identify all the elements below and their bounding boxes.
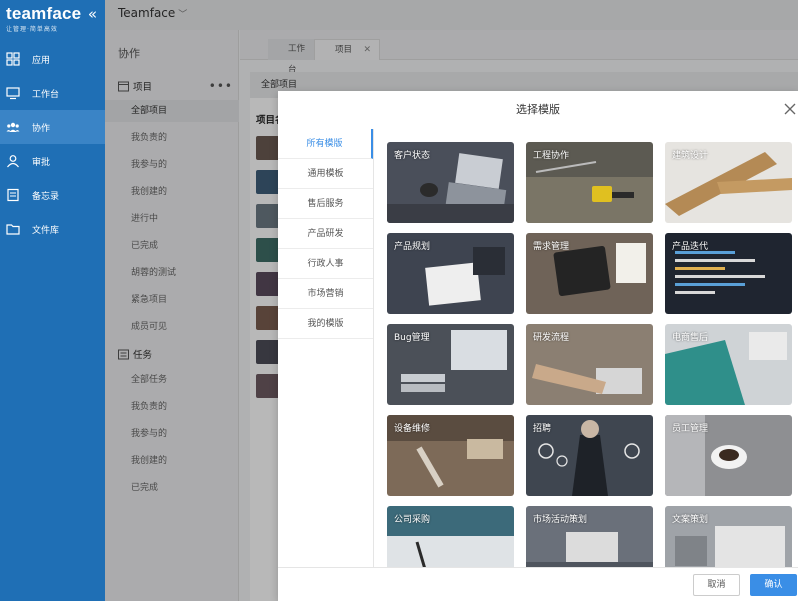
template-card[interactable]: 建筑设计	[665, 142, 792, 223]
template-card[interactable]: 员工管理	[665, 415, 792, 496]
template-card[interactable]: 工程协作	[526, 142, 653, 223]
template-card[interactable]: 招聘	[526, 415, 653, 496]
category-aftersales[interactable]: 售后服务	[278, 189, 373, 219]
memo-icon	[7, 188, 19, 202]
template-title: 招聘	[533, 424, 552, 434]
folder-icon	[6, 224, 20, 235]
template-title: 研发流程	[533, 333, 570, 343]
template-card[interactable]: 需求管理	[526, 233, 653, 314]
nav-item-collab[interactable]: 协作	[0, 110, 105, 144]
modal-footer: 取消 确认	[278, 567, 798, 601]
category-all[interactable]: 所有模版	[278, 129, 373, 159]
template-card[interactable]: 产品迭代	[665, 233, 792, 314]
category-rnd[interactable]: 产品研发	[278, 219, 373, 249]
template-title: 设备维修	[394, 424, 431, 434]
template-title: 工程协作	[533, 151, 570, 161]
nav-label: 文件库	[32, 225, 60, 236]
template-title: 市场活动策划	[533, 515, 588, 525]
template-card[interactable]: 公司采购	[387, 506, 514, 567]
template-title: 需求管理	[533, 242, 570, 252]
confirm-button[interactable]: 确认	[750, 574, 797, 596]
template-grid: 客户状态 工程协作 建筑设计 产品规划 需求管理 产品迭代 Bug管理 研发流程…	[374, 129, 798, 567]
nav-label: 协作	[32, 123, 51, 134]
template-title: 文案策划	[672, 515, 709, 525]
user-icon	[7, 155, 19, 168]
nav-label: 应用	[32, 55, 51, 66]
logo[interactable]: teamface 让管理·简单高效 «	[0, 0, 105, 40]
template-card[interactable]: 电商售后	[665, 324, 792, 405]
modal-title: 选择模版	[516, 103, 560, 116]
main-nav: teamface 让管理·简单高效 « 应用 工作台 协作 审批 备忘录 文件库	[0, 0, 105, 601]
close-icon[interactable]	[782, 101, 798, 117]
nav-item-workbench[interactable]: 工作台	[0, 76, 105, 110]
monitor-icon	[6, 87, 20, 100]
template-card[interactable]: 产品规划	[387, 233, 514, 314]
collapse-icon[interactable]: «	[88, 7, 97, 22]
template-card[interactable]: 研发流程	[526, 324, 653, 405]
template-card[interactable]: 文案策划	[665, 506, 792, 567]
template-categories: 所有模版 通用模板 售后服务 产品研发 行政人事 市场营销 我的模版	[278, 129, 374, 567]
template-card[interactable]: 设备维修	[387, 415, 514, 496]
template-card[interactable]: 市场活动策划	[526, 506, 653, 567]
template-title: 产品规划	[394, 242, 431, 252]
team-icon	[6, 122, 20, 132]
template-title: 客户状态	[394, 151, 431, 161]
nav-item-apps[interactable]: 应用	[0, 42, 105, 76]
template-modal: 选择模版 所有模版 通用模板 售后服务 产品研发 行政人事 市场营销 我的模版 …	[278, 91, 798, 601]
apps-icon	[6, 52, 20, 66]
template-card[interactable]: Bug管理	[387, 324, 514, 405]
template-title: 员工管理	[672, 424, 709, 434]
category-mine[interactable]: 我的模版	[278, 309, 373, 339]
template-title: 建筑设计	[672, 151, 709, 161]
category-general[interactable]: 通用模板	[278, 159, 373, 189]
nav-label: 审批	[32, 157, 51, 168]
template-title: Bug管理	[394, 333, 430, 343]
category-hr[interactable]: 行政人事	[278, 249, 373, 279]
nav-item-files[interactable]: 文件库	[0, 212, 105, 246]
template-card[interactable]: 客户状态	[387, 142, 514, 223]
cancel-button[interactable]: 取消	[693, 574, 740, 596]
nav-label: 备忘录	[32, 191, 60, 202]
template-title: 电商售后	[672, 333, 709, 343]
nav-label: 工作台	[32, 89, 60, 100]
template-title: 产品迭代	[672, 242, 709, 252]
nav-item-memo[interactable]: 备忘录	[0, 178, 105, 212]
logo-tagline: 让管理·简单高效	[6, 26, 58, 33]
template-title: 公司采购	[394, 515, 431, 525]
nav-item-approval[interactable]: 审批	[0, 144, 105, 178]
category-marketing[interactable]: 市场营销	[278, 279, 373, 309]
